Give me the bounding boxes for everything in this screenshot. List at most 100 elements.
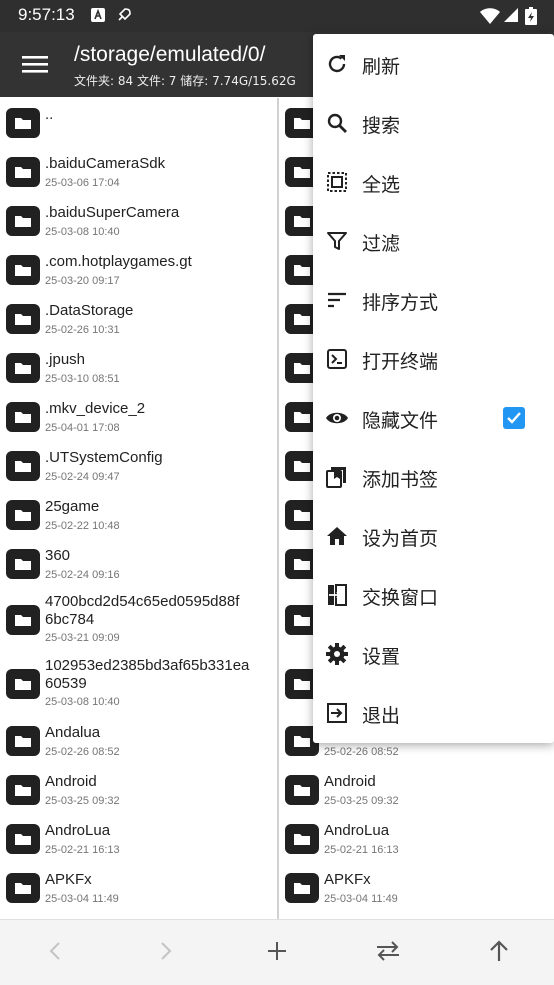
menu-item-sort[interactable]: 排序方式 (313, 270, 554, 329)
notification-rocket-icon (118, 8, 131, 21)
hidden-files-checkbox[interactable] (503, 407, 525, 429)
folder-icon (6, 401, 40, 432)
clock: 9:57:13 (18, 5, 75, 24)
folder-icon (6, 254, 40, 285)
folder-icon (6, 303, 40, 334)
menu-item-search[interactable]: 搜索 (313, 93, 554, 152)
checkmark-icon (507, 412, 521, 424)
file-date: 25-02-26 08:52 (324, 746, 399, 758)
file-date: 25-02-21 16:13 (45, 844, 120, 856)
file-row[interactable]: 4700bcd2d54c65ed0595d88f6bc784 25-03-21 0… (0, 588, 277, 652)
menu-item-label: 交换窗口 (362, 587, 439, 609)
file-row[interactable]: .DataStorage 25-02-26 10:31 (0, 294, 277, 343)
file-name-continuation: 6bc784 (45, 611, 95, 628)
menu-item-label: 退出 (362, 705, 401, 727)
file-name: APKFx (324, 871, 371, 888)
back-button[interactable] (40, 936, 70, 966)
swap-button[interactable] (373, 936, 403, 966)
menu-item-home[interactable]: 设为首页 (313, 506, 554, 565)
file-row[interactable]: .com.hotplaygames.gt 25-03-20 09:17 (0, 245, 277, 294)
file-row[interactable]: .baiduSuperCamera 25-03-08 10:40 (0, 196, 277, 245)
file-date: 25-02-26 10:31 (45, 324, 120, 336)
file-row[interactable]: 25game 25-02-22 10:48 (0, 490, 277, 539)
menu-item-label: 搜索 (362, 115, 401, 137)
signal-icon (504, 8, 518, 22)
menu-item-gear[interactable]: 设置 (313, 624, 554, 683)
forward-button[interactable] (151, 936, 181, 966)
file-name: 360 (45, 547, 71, 564)
file-row[interactable]: Android 25-03-25 09:32 (0, 765, 277, 814)
file-row[interactable]: Android 25-03-25 09:32 (279, 765, 554, 814)
left-file-pane[interactable]: .. .baiduCameraSdk 25-03-06 17:04 .baiduSup… (0, 98, 277, 919)
folder-icon (6, 450, 40, 481)
menu-item-label: 隐藏文件 (362, 410, 439, 432)
file-name: 102953ed2385bd3af65b331ea (45, 657, 250, 674)
file-name: .mkv_device_2 (45, 400, 146, 417)
folder-icon (6, 872, 40, 903)
file-name: .. (45, 106, 54, 123)
folder-icon (285, 872, 319, 903)
filter-icon (327, 232, 347, 250)
file-row[interactable]: AndroLua 25-02-21 16:13 (279, 814, 554, 863)
add-button[interactable] (262, 936, 292, 966)
file-name: 25game (45, 498, 100, 515)
file-row[interactable]: .UTSystemConfig 25-02-24 09:47 (0, 441, 277, 490)
sort-icon (328, 292, 346, 308)
file-row[interactable]: APKFx 25-03-04 11:49 (279, 863, 554, 912)
chevron-left-icon (49, 942, 60, 960)
menu-item-swap-window[interactable]: 交换窗口 (313, 565, 554, 624)
file-row[interactable]: .baiduCameraSdk 25-03-06 17:04 (0, 147, 277, 196)
menu-item-label: 全选 (362, 174, 401, 196)
file-date: 25-03-10 08:51 (45, 373, 120, 385)
menu-item-refresh[interactable]: 刷新 (313, 34, 554, 93)
menu-item-label: 设为首页 (362, 528, 439, 550)
chevron-right-icon (161, 942, 172, 960)
file-row[interactable]: APKFx 25-03-04 11:49 (0, 863, 277, 912)
plus-icon (268, 942, 286, 960)
status-bar: 9:57:13 (0, 0, 554, 32)
file-date: 25-03-20 09:17 (45, 275, 120, 287)
folder-icon (6, 605, 40, 635)
file-name: .DataStorage (45, 302, 134, 319)
file-row[interactable]: 102953ed2385bd3af65b331ea60539 25-03-08 1… (0, 652, 277, 716)
file-date: 25-03-25 09:32 (45, 795, 120, 807)
file-date: 25-03-06 17:04 (45, 177, 120, 189)
folder-icon (285, 823, 319, 854)
folder-icon (6, 669, 40, 699)
storage-stats: 文件夹: 84 文件: 7 储存: 7.74G/15.62G (74, 74, 296, 88)
file-row[interactable]: 360 25-02-24 09:16 (0, 539, 277, 588)
menu-item-select-all[interactable]: 全选 (313, 152, 554, 211)
up-button[interactable] (484, 936, 514, 966)
file-date: 25-02-24 09:47 (45, 471, 120, 483)
file-row[interactable]: Andalua 25-02-26 08:52 (0, 716, 277, 765)
menu-item-exit[interactable]: 退出 (313, 683, 554, 742)
hamburger-menu-icon[interactable] (22, 53, 48, 75)
file-name: APKFx (45, 871, 92, 888)
file-row[interactable]: .mkv_device_2 25-04-01 17:08 (0, 392, 277, 441)
gear-icon (326, 643, 348, 665)
file-date: 25-02-26 08:52 (45, 746, 120, 758)
menu-item-filter[interactable]: 过滤 (313, 211, 554, 270)
menu-item-label: 排序方式 (362, 292, 439, 314)
terminal-icon (327, 349, 347, 369)
folder-icon (6, 205, 40, 236)
battery-icon (525, 7, 537, 25)
swap-window-icon (328, 584, 347, 606)
notification-app-icon (91, 8, 105, 22)
search-icon (327, 113, 347, 133)
menu-item-terminal[interactable]: 打开终端 (313, 329, 554, 388)
file-date: 25-03-08 10:40 (45, 696, 120, 708)
menu-item-label: 刷新 (362, 56, 401, 78)
file-name: 4700bcd2d54c65ed0595d88f (45, 593, 240, 610)
file-date: 25-03-08 10:40 (45, 226, 120, 238)
file-row[interactable]: AndroLua 25-02-21 16:13 (0, 814, 277, 863)
file-date: 25-03-04 11:49 (45, 893, 119, 905)
file-row[interactable]: .jpush 25-03-10 08:51 (0, 343, 277, 392)
file-name: .baiduCameraSdk (45, 155, 166, 172)
menu-item-eye[interactable]: 隐藏文件 (313, 388, 554, 447)
file-date: 25-02-24 09:16 (45, 569, 120, 581)
menu-item-bookmark[interactable]: 添加书签 (313, 447, 554, 506)
file-name: Android (45, 773, 97, 790)
file-row[interactable]: .. (0, 98, 277, 147)
folder-icon (6, 352, 40, 383)
